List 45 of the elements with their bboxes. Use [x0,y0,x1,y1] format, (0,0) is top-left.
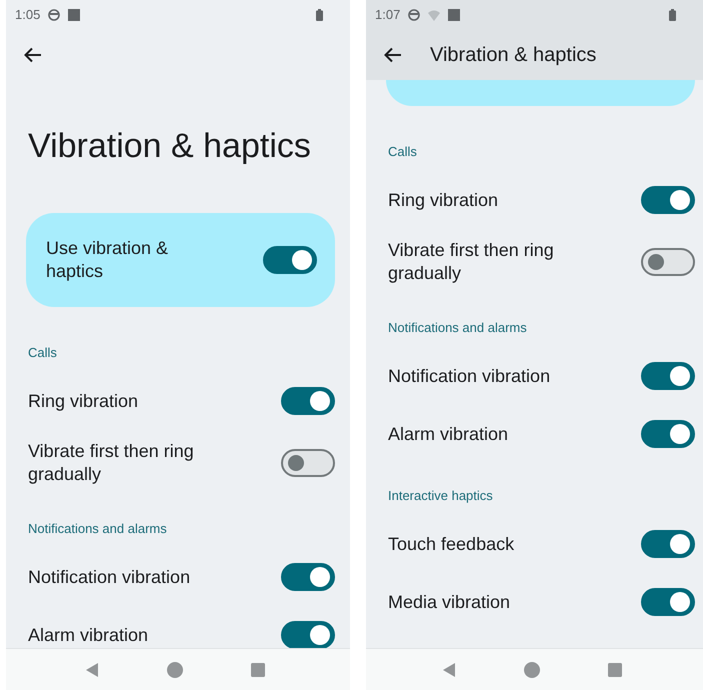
setting-label: Ring vibration [28,390,138,412]
back-triangle-icon[interactable] [85,662,99,678]
section-header: Calls [388,142,417,160]
toggle-switch[interactable] [281,449,335,477]
toggle-switch[interactable] [281,563,335,591]
setting-label: Media vibration [388,590,510,614]
toggle-switch[interactable] [281,387,335,415]
setting-label: Alarm vibration [28,624,148,646]
app-bar-title: Vibration & haptics [430,43,596,68]
recents-square-icon[interactable] [251,662,265,676]
square-icon [68,9,80,21]
battery-icon [316,9,323,21]
home-circle-icon[interactable] [524,662,540,678]
setting-label: Alarm vibration [388,422,508,446]
toggle-switch[interactable] [263,246,317,274]
section-header: Calls [28,344,57,362]
back-icon[interactable] [24,47,42,63]
recents-square-icon[interactable] [608,662,622,676]
section-header: Notifications and alarms [28,520,167,538]
setting-label: Vibrate first then ring gradually [388,239,555,285]
toggle-switch[interactable] [641,530,695,558]
toggle-switch[interactable] [641,420,695,448]
setting-label: Vibrate first then ring gradually [28,440,195,486]
home-circle-icon[interactable] [167,662,183,678]
toggle-switch[interactable] [281,621,335,648]
setting-label: Ring vibration [388,188,498,212]
section-header: Notifications and alarms [388,318,527,336]
setting-label: Touch feedback [388,532,514,556]
back-icon[interactable] [384,47,402,63]
setting-label: Notification vibration [28,566,190,588]
square-icon [448,9,460,21]
main-switch-card[interactable] [386,80,695,106]
toggle-switch[interactable] [641,362,695,390]
switch-label: Use vibration & haptics [46,237,170,283]
page-title: Vibration & haptics [28,126,311,167]
toggle-switch[interactable] [641,588,695,616]
battery-icon [669,9,676,21]
main-switch-card[interactable]: Use vibration & haptics [26,213,335,307]
back-triangle-icon[interactable] [442,662,456,678]
toggle-switch[interactable] [641,186,695,214]
status-time: 1:05 [15,6,40,24]
toggle-switch[interactable] [641,248,695,276]
section-header: Interactive haptics [388,486,493,505]
setting-label: Notification vibration [388,364,550,388]
status-time: 1:07 [375,6,400,24]
